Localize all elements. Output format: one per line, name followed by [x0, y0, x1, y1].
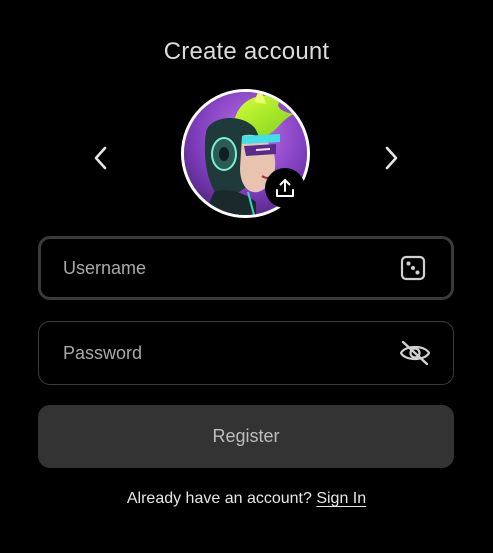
chevron-right-icon — [385, 146, 398, 170]
register-button[interactable]: Register — [38, 405, 454, 468]
previous-avatar-button[interactable] — [83, 140, 119, 176]
sign-in-link[interactable]: Sign In — [316, 490, 366, 507]
avatar-picker — [181, 89, 310, 218]
upload-icon — [276, 179, 294, 197]
sign-in-prompt: Already have an account? Sign In — [0, 490, 493, 508]
random-username-button[interactable] — [397, 252, 429, 284]
dice-icon — [400, 255, 426, 281]
chevron-left-icon — [94, 146, 107, 170]
eye-off-icon — [399, 340, 431, 366]
username-field — [38, 236, 454, 300]
username-input[interactable] — [63, 239, 383, 297]
page-title: Create account — [163, 38, 330, 65]
toggle-password-visibility-button[interactable] — [399, 337, 431, 369]
password-field — [38, 321, 454, 385]
upload-avatar-button[interactable] — [265, 168, 305, 208]
next-avatar-button[interactable] — [373, 140, 409, 176]
sign-in-prompt-text: Already have an account? — [126, 490, 312, 507]
password-input[interactable] — [63, 322, 383, 384]
